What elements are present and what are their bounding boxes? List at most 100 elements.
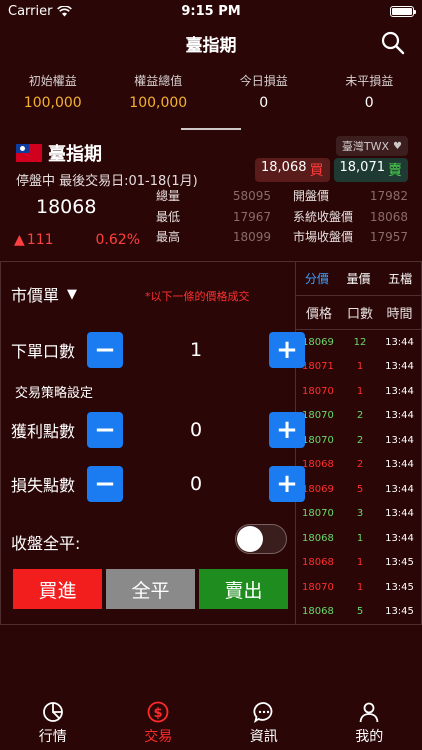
- header-price: 價格: [305, 307, 332, 322]
- tab-profile[interactable]: 我的: [317, 698, 422, 750]
- take-profit-row: 獲利點數 − 0 +: [11, 412, 305, 448]
- tick-time: 13:44: [385, 508, 414, 520]
- stat-item: 市場收盤價 17957: [293, 229, 408, 250]
- take-profit-minus-button[interactable]: −: [87, 412, 123, 448]
- battery-icon: [390, 5, 416, 17]
- exchange-label: 臺灣TWX: [341, 140, 390, 153]
- pie-chart-icon: [42, 702, 63, 722]
- stop-loss-minus-button[interactable]: −: [87, 466, 123, 502]
- tick-time: 13:45: [385, 606, 414, 618]
- order-type-label: 市價單: [11, 286, 60, 305]
- summary-value: 100,000: [23, 95, 82, 111]
- tick-time: 13:44: [385, 410, 414, 422]
- caret-down-icon: ▼: [67, 286, 78, 302]
- qty-value[interactable]: 1: [123, 339, 269, 361]
- up-triangle-icon: ▲: [14, 232, 25, 248]
- order-type-select[interactable]: 市價單 ▼: [11, 282, 77, 306]
- tick-time: 13:44: [385, 336, 414, 348]
- tick-time: 13:45: [385, 581, 414, 593]
- close-all-label: 收盤全平:: [11, 534, 81, 553]
- action-buttons: 買進 全平 賣出: [13, 569, 288, 609]
- tick-time: 13:44: [385, 483, 414, 495]
- take-profit-plus-button[interactable]: +: [269, 412, 305, 448]
- stat-key: 開盤價: [293, 189, 330, 203]
- stop-loss-value[interactable]: 0: [123, 473, 269, 495]
- stat-value: 18068: [369, 209, 408, 224]
- summary-label: 權益總值: [134, 74, 183, 88]
- tick-row: 18070 2 13:44: [296, 404, 421, 429]
- tick-price: 18070: [302, 581, 334, 593]
- tick-price: 18068: [302, 557, 334, 569]
- tab-market[interactable]: 行情: [0, 698, 106, 750]
- tick-time: 13:44: [385, 361, 414, 373]
- last-price: 18068: [36, 196, 97, 218]
- flatten-all-button[interactable]: 全平: [106, 569, 195, 609]
- svg-text:$: $: [154, 706, 163, 721]
- stat-key: 最低: [156, 209, 181, 224]
- bid-price: 18,068: [261, 160, 307, 175]
- close-all-toggle[interactable]: [235, 524, 287, 554]
- quote-name: 臺指期: [48, 144, 102, 165]
- stat-value: 17967: [232, 209, 271, 224]
- stat-key: 市場收盤價: [293, 230, 354, 245]
- stat-item: 系統收盤價 18068: [293, 209, 408, 230]
- price-note: *以下一條的價格成交: [145, 290, 250, 303]
- stat-key: 總量: [156, 189, 181, 203]
- summary-unrealized-pnl: 未平損益 0: [317, 72, 422, 118]
- summary-label: 今日損益: [239, 74, 288, 88]
- buy-button[interactable]: 買進: [13, 569, 102, 609]
- summary-total-equity: 權益總值 100,000: [106, 72, 212, 118]
- stat-item: 最低 17967: [156, 209, 271, 230]
- bid-price-box[interactable]: 18,068 買: [255, 158, 330, 182]
- ask-price: 18,071: [339, 160, 386, 175]
- tick-qty: 2: [356, 410, 364, 422]
- qty-row: 下單口數 − 1 +: [11, 332, 305, 368]
- summary-value: 0: [364, 95, 374, 111]
- exchange-badge[interactable]: 臺灣TWX ♥: [335, 136, 408, 156]
- tick-price: 18068: [302, 606, 334, 618]
- tick-row: 18070 1 13:45: [296, 575, 421, 600]
- summary-label: 未平損益: [345, 74, 394, 88]
- tab-five-levels[interactable]: 五檔: [379, 270, 421, 287]
- tick-row: 18071 1 13:44: [296, 355, 421, 380]
- tab-volume-price[interactable]: 量價: [338, 270, 380, 287]
- tick-row: 18070 3 13:44: [296, 502, 421, 527]
- stat-key: 系統收盤價: [293, 209, 354, 224]
- tick-list[interactable]: 18069 12 13:44 18071 1 13:44 18070 1 13:44 18070 2…: [296, 330, 421, 624]
- toggle-knob: [237, 526, 263, 552]
- stop-loss-plus-button[interactable]: +: [269, 466, 305, 502]
- take-profit-value[interactable]: 0: [123, 419, 269, 441]
- account-summary: 初始權益 100,000 權益總值 100,000 今日損益 0 未平損益 0: [0, 64, 422, 118]
- stat-item: 最高 18099: [156, 229, 271, 250]
- tab-info[interactable]: 資訊: [211, 698, 317, 750]
- status-bar: Carrier 9:15 PM: [0, 0, 422, 22]
- price-block: 18068 ▲ 111 0.62%: [14, 188, 140, 250]
- tick-qty: 1: [356, 361, 364, 373]
- stat-item: 總量 58095: [156, 188, 271, 209]
- stat-value: 17982: [369, 189, 408, 203]
- bid-ask: 18,068 買 18,071 賣: [255, 158, 408, 182]
- tick-time: 13:44: [385, 434, 414, 446]
- sell-button[interactable]: 賣出: [199, 569, 288, 609]
- tab-price-split[interactable]: 分價: [296, 270, 338, 287]
- tab-trade[interactable]: $ 交易: [106, 698, 212, 750]
- ticks-header: 價格 口數 時間: [296, 296, 421, 330]
- ask-price-box[interactable]: 18,071 賣: [333, 158, 408, 182]
- qty-minus-button[interactable]: −: [87, 332, 123, 368]
- tab-label: 交易: [144, 729, 173, 745]
- tick-row: 18069 12 13:44: [296, 330, 421, 355]
- tick-qty: 1: [356, 557, 364, 569]
- tick-row: 18068 5 13:45: [296, 600, 421, 625]
- search-icon[interactable]: [380, 30, 406, 56]
- qty-plus-button[interactable]: +: [269, 332, 305, 368]
- nav-bar: 臺指期: [0, 22, 422, 64]
- tick-price: 18068: [302, 532, 334, 544]
- summary-today-pnl: 今日損益 0: [211, 72, 317, 118]
- tab-bar: 行情 $ 交易 資訊 我的: [0, 698, 422, 750]
- stat-key: 最高: [156, 230, 181, 245]
- qty-label: 下單口數: [11, 342, 76, 361]
- tab-label: 資訊: [249, 729, 278, 745]
- stat-value: 18099: [232, 230, 271, 245]
- bid-tag: 買: [309, 163, 324, 179]
- summary-initial-equity: 初始權益 100,000: [0, 72, 106, 118]
